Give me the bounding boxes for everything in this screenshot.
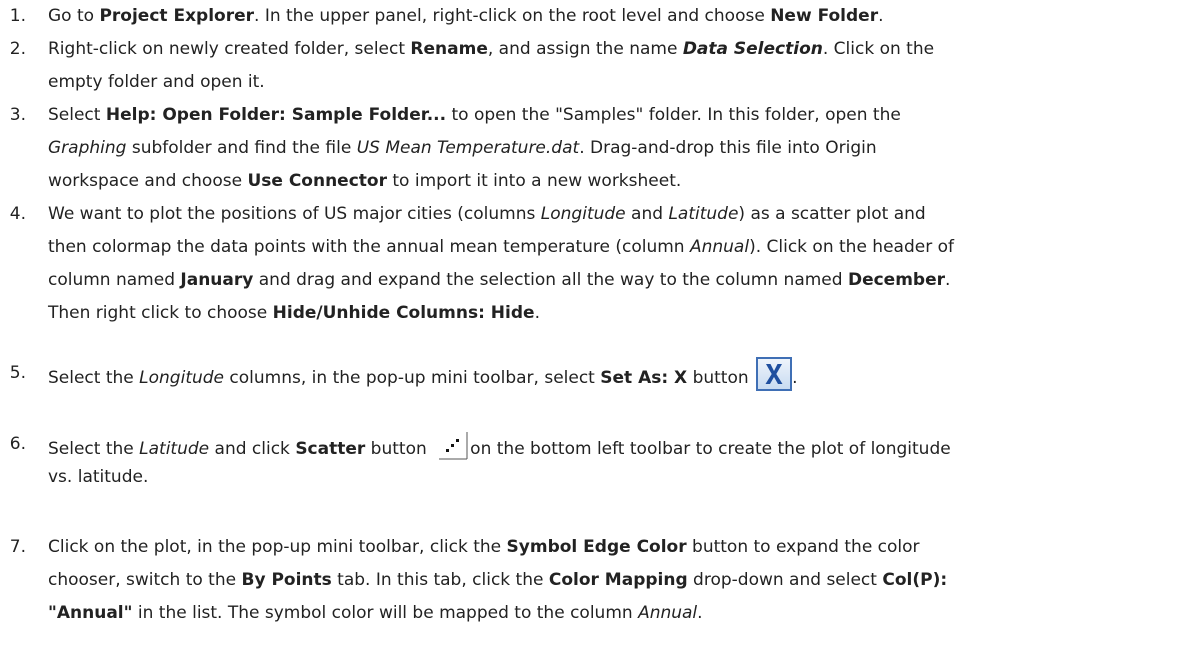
plain-text: ) as a scatter plot and	[738, 204, 926, 224]
plain-text: and click	[209, 439, 296, 459]
plain-text: Click on the plot, in the pop-up mini to…	[48, 537, 507, 557]
emphasis-text: Data Selection	[682, 39, 823, 59]
plain-text: Then right click to choose	[48, 303, 273, 323]
plain-text: chooser, switch to the	[48, 570, 242, 590]
text-line: Then right click to choose Hide/Unhide C…	[48, 297, 1196, 330]
plain-text: . Click on the	[822, 39, 935, 59]
text-line: Graphing subfolder and find the file US …	[48, 132, 1196, 165]
step-number: 1.	[9, 6, 26, 26]
text-line: chooser, switch to the By Points tab. In…	[48, 564, 1196, 597]
plain-text: and drag and expand the selection all th…	[253, 270, 848, 290]
text-line: We want to plot the positions of US majo…	[48, 198, 1196, 231]
plain-text: .	[945, 270, 951, 290]
plain-text: . In the upper panel, right-click on the…	[254, 6, 771, 26]
text-line: Select Help: Open Folder: Sample Folder.…	[48, 99, 1196, 132]
plain-text: tab. In this tab, click the	[331, 570, 549, 590]
bold-text: "Annual"	[48, 603, 133, 623]
bold-text: Project Explorer	[99, 6, 255, 26]
text-line: then colormap the data points with the a…	[48, 231, 1196, 264]
bold-text: Help: Open Folder: Sample Folder...	[105, 105, 447, 125]
plain-text: to open the "Samples" folder. In this fo…	[446, 105, 901, 125]
step-text: We want to plot the positions of US majo…	[48, 198, 1196, 330]
step-text: Select the Latitude and click Scatter bu…	[48, 428, 1196, 494]
plain-text: and	[625, 204, 669, 224]
italic-text: Graphing	[48, 138, 127, 158]
bold-text: December	[847, 270, 945, 290]
plain-text: .	[697, 603, 703, 623]
step-text: Click on the plot, in the pop-up mini to…	[48, 531, 1196, 630]
italic-text: US Mean Temperature.dat	[356, 138, 580, 158]
step-number: 7.	[9, 537, 26, 557]
bold-text: Use Connector	[247, 171, 387, 191]
bold-text: New Folder	[770, 6, 879, 26]
text-line: vs. latitude.	[48, 461, 1196, 494]
plain-text: column named	[48, 270, 181, 290]
plain-text: .	[534, 303, 540, 323]
text-line: "Annual" in the list. The symbol color w…	[48, 597, 1196, 630]
plain-text: .	[792, 368, 798, 388]
bold-text: January	[180, 270, 254, 290]
instruction-document: 1. Go to Project Explorer. In the upper p…	[0, 0, 1204, 669]
step-number: 2.	[9, 39, 26, 59]
step-text: Select the Longitude columns, in the pop…	[48, 357, 1196, 391]
step-number: 4.	[9, 204, 26, 224]
plain-text: button to expand the color	[686, 537, 920, 557]
step-number: 5.	[9, 363, 26, 383]
bold-text: Set As: X	[600, 368, 688, 388]
plain-text: drop-down and select	[687, 570, 883, 590]
italic-text: Annual	[638, 603, 698, 623]
bold-text: Symbol Edge Color	[506, 537, 687, 557]
text-line: column named January and drag and expand…	[48, 264, 1196, 297]
plain-text: on the bottom left toolbar to create the…	[470, 439, 951, 459]
bold-text: Col(P):	[882, 570, 948, 590]
bold-text: Color Mapping	[548, 570, 688, 590]
plain-text: , and assign the name	[487, 39, 683, 59]
step-text: Select Help: Open Folder: Sample Folder.…	[48, 99, 1196, 198]
plain-text: vs. latitude.	[48, 467, 149, 487]
scatter-plot-icon	[436, 428, 470, 462]
plain-text: Select the	[48, 439, 140, 459]
text-line: Right-click on newly created folder, sel…	[48, 33, 1196, 66]
bold-text: Scatter	[295, 439, 366, 459]
bold-italic-text: Data Selection	[683, 39, 823, 59]
plain-text: empty folder and open it.	[48, 72, 265, 92]
italic-text: Latitude	[668, 204, 739, 224]
italic-text: Annual	[689, 237, 750, 257]
plain-text: Right-click on newly created folder, sel…	[48, 39, 411, 59]
plain-text: button	[365, 439, 433, 459]
italic-text: Latitude	[139, 439, 210, 459]
text-line: empty folder and open it.	[48, 66, 1196, 99]
plain-text: Go to	[48, 6, 100, 26]
step-number: 6.	[9, 434, 26, 454]
step-number: 3.	[9, 105, 26, 125]
plain-text: button	[687, 368, 755, 388]
step-text: Go to Project Explorer. In the upper pan…	[48, 0, 1196, 33]
plain-text: Select	[48, 105, 106, 125]
set-as-x-icon	[756, 357, 793, 391]
italic-text: Longitude	[139, 368, 225, 388]
italic-text: Longitude	[540, 204, 626, 224]
text-line: Click on the plot, in the pop-up mini to…	[48, 531, 1196, 564]
plain-text: to import it into a new worksheet.	[386, 171, 682, 191]
plain-text: ). Click on the header of	[749, 237, 954, 257]
plain-text: in the list. The symbol color will be ma…	[132, 603, 639, 623]
plain-text: .	[878, 6, 884, 26]
text-line: Go to Project Explorer. In the upper pan…	[48, 0, 1196, 33]
plain-text: then colormap the data points with the a…	[48, 237, 690, 257]
text-line: Select the Latitude and click Scatter bu…	[48, 428, 1196, 461]
text-line: Select the Longitude columns, in the pop…	[48, 357, 1196, 391]
plain-text: . Drag-and-drop this file into Origin	[579, 138, 877, 158]
plain-text: subfolder and find the file	[126, 138, 357, 158]
bold-text: Rename	[410, 39, 488, 59]
step-text: Right-click on newly created folder, sel…	[48, 33, 1196, 99]
plain-text: Select the	[48, 368, 140, 388]
bold-text: By Points	[241, 570, 332, 590]
bold-text: Hide/Unhide Columns: Hide	[272, 303, 535, 323]
text-line: workspace and choose Use Connector to im…	[48, 165, 1196, 198]
plain-text: We want to plot the positions of US majo…	[48, 204, 541, 224]
plain-text: workspace and choose	[48, 171, 248, 191]
plain-text: columns, in the pop-up mini toolbar, sel…	[224, 368, 601, 388]
